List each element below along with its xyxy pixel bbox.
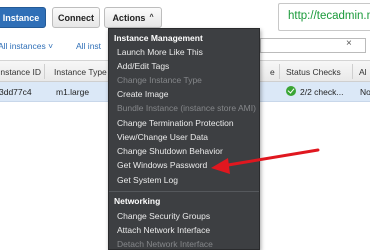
menu-item-shutdown-behavior[interactable]: Change Shutdown Behavior — [109, 145, 259, 158]
cell-instance-type: m1.large — [56, 87, 90, 97]
menu-item-bundle-instance: Bundle Instance (instance store AMI) — [117, 103, 256, 113]
launch-instance-button[interactable]: Instance — [0, 7, 46, 28]
menu-item-create-image[interactable]: Create Image — [109, 88, 259, 101]
column-divider — [279, 64, 280, 79]
cell-status-checks: 2/2 check... — [300, 87, 344, 97]
connect-button[interactable]: Connect — [52, 7, 100, 28]
url-text: http://tecadmin.n — [288, 10, 370, 22]
actions-button[interactable]: Actions ^ — [104, 7, 162, 28]
filter1-label: All instances — [0, 41, 46, 51]
cell-instance-id: 3dd77c4 — [0, 87, 32, 97]
menu-header-networking: Networking — [114, 196, 161, 206]
launch-instance-label: Instance — [2, 12, 40, 23]
instance-state-filter[interactable]: All instances ˅ — [0, 41, 53, 51]
chevron-up-icon: ^ — [149, 14, 154, 21]
menu-item-termination-protection[interactable]: Change Termination Protection — [109, 117, 259, 130]
url-watermark: http://tecadmin.n — [278, 3, 370, 31]
menu-item-change-security-groups[interactable]: Change Security Groups — [109, 210, 259, 223]
check-circle-icon — [286, 86, 296, 96]
column-alarm[interactable]: Al — [359, 67, 367, 77]
menu-item-launch-more[interactable]: Launch More Like This — [109, 46, 259, 59]
chevron-down-icon: ˅ — [48, 41, 54, 51]
menu-item-get-windows-password[interactable]: Get Windows Password — [109, 159, 259, 172]
column-divider — [44, 64, 45, 79]
menu-item-add-edit-tags[interactable]: Add/Edit Tags — [109, 60, 259, 73]
column-divider — [352, 64, 353, 79]
menu-item-detach-network-interface: Detach Network Interface — [117, 239, 213, 249]
column-status-checks[interactable]: Status Checks — [286, 67, 341, 77]
column-instance-type[interactable]: Instance Type — [54, 67, 107, 77]
menu-header-instance-management: Instance Management — [114, 33, 203, 43]
menu-item-get-system-log[interactable]: Get System Log — [109, 174, 259, 187]
column-instance-id[interactable]: Instance ID — [0, 67, 41, 77]
column-partial[interactable]: e — [270, 67, 275, 77]
actions-label: Actions — [112, 12, 146, 23]
actions-dropdown-menu: Instance Management Launch More Like Thi… — [108, 28, 260, 250]
menu-item-user-data[interactable]: View/Change User Data — [109, 131, 259, 144]
menu-item-attach-network-interface[interactable]: Attach Network Interface — [109, 224, 259, 237]
secondary-filter[interactable]: All inst — [76, 41, 101, 51]
connect-label: Connect — [58, 12, 94, 23]
menu-item-change-instance-type: Change Instance Type — [117, 75, 202, 85]
filter2-label: All inst — [76, 41, 102, 51]
cell-alarm: No — [360, 87, 370, 97]
close-icon[interactable]: × — [346, 38, 352, 49]
menu-divider — [109, 191, 259, 192]
